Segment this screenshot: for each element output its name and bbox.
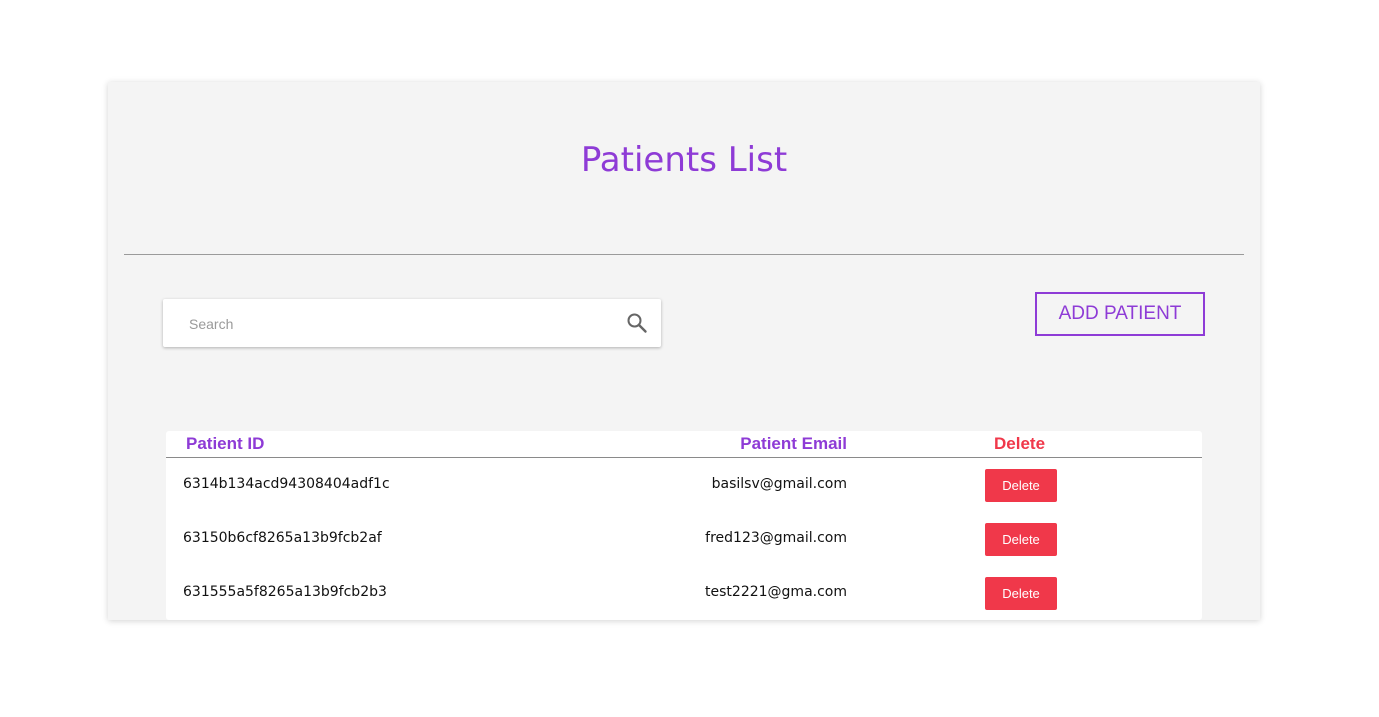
page-title: Patients List [580, 140, 788, 180]
search-input[interactable] [177, 307, 611, 341]
patients-table: Patient ID Patient Email Delete 6314b134… [166, 431, 1202, 620]
header-delete: Delete [994, 434, 1046, 453]
delete-button[interactable]: Delete [985, 469, 1057, 502]
patient-id-cell: 631555a5f8265a13b9fcb2b3 [183, 584, 387, 600]
patients-card: Patients List ADD PATIENT Patient ID Pat… [108, 82, 1260, 620]
search-box [163, 299, 661, 347]
patient-email-cell: fred123@gmail.com [705, 530, 847, 546]
patient-id-cell: 63150b6cf8265a13b9fcb2af [183, 530, 382, 546]
patient-id-cell: 6314b134acd94308404adf1c [183, 476, 390, 492]
title-divider [124, 254, 1244, 255]
header-patient-id: Patient ID [186, 434, 265, 453]
table-row: 6314b134acd94308404adf1c basilsv@gmail.c… [166, 458, 1202, 512]
patient-email-cell: basilsv@gmail.com [711, 476, 847, 492]
header-patient-email: Patient Email [740, 434, 847, 453]
table-header: Patient ID Patient Email Delete [166, 431, 1202, 458]
search-icon[interactable] [625, 311, 649, 335]
table-row: 631555a5f8265a13b9fcb2b3 test2221@gma.co… [166, 566, 1202, 620]
delete-button[interactable]: Delete [985, 577, 1057, 610]
add-patient-button[interactable]: ADD PATIENT [1035, 292, 1205, 336]
table-row: 63150b6cf8265a13b9fcb2af fred123@gmail.c… [166, 512, 1202, 566]
delete-button[interactable]: Delete [985, 523, 1057, 556]
patient-email-cell: test2221@gma.com [705, 584, 847, 600]
